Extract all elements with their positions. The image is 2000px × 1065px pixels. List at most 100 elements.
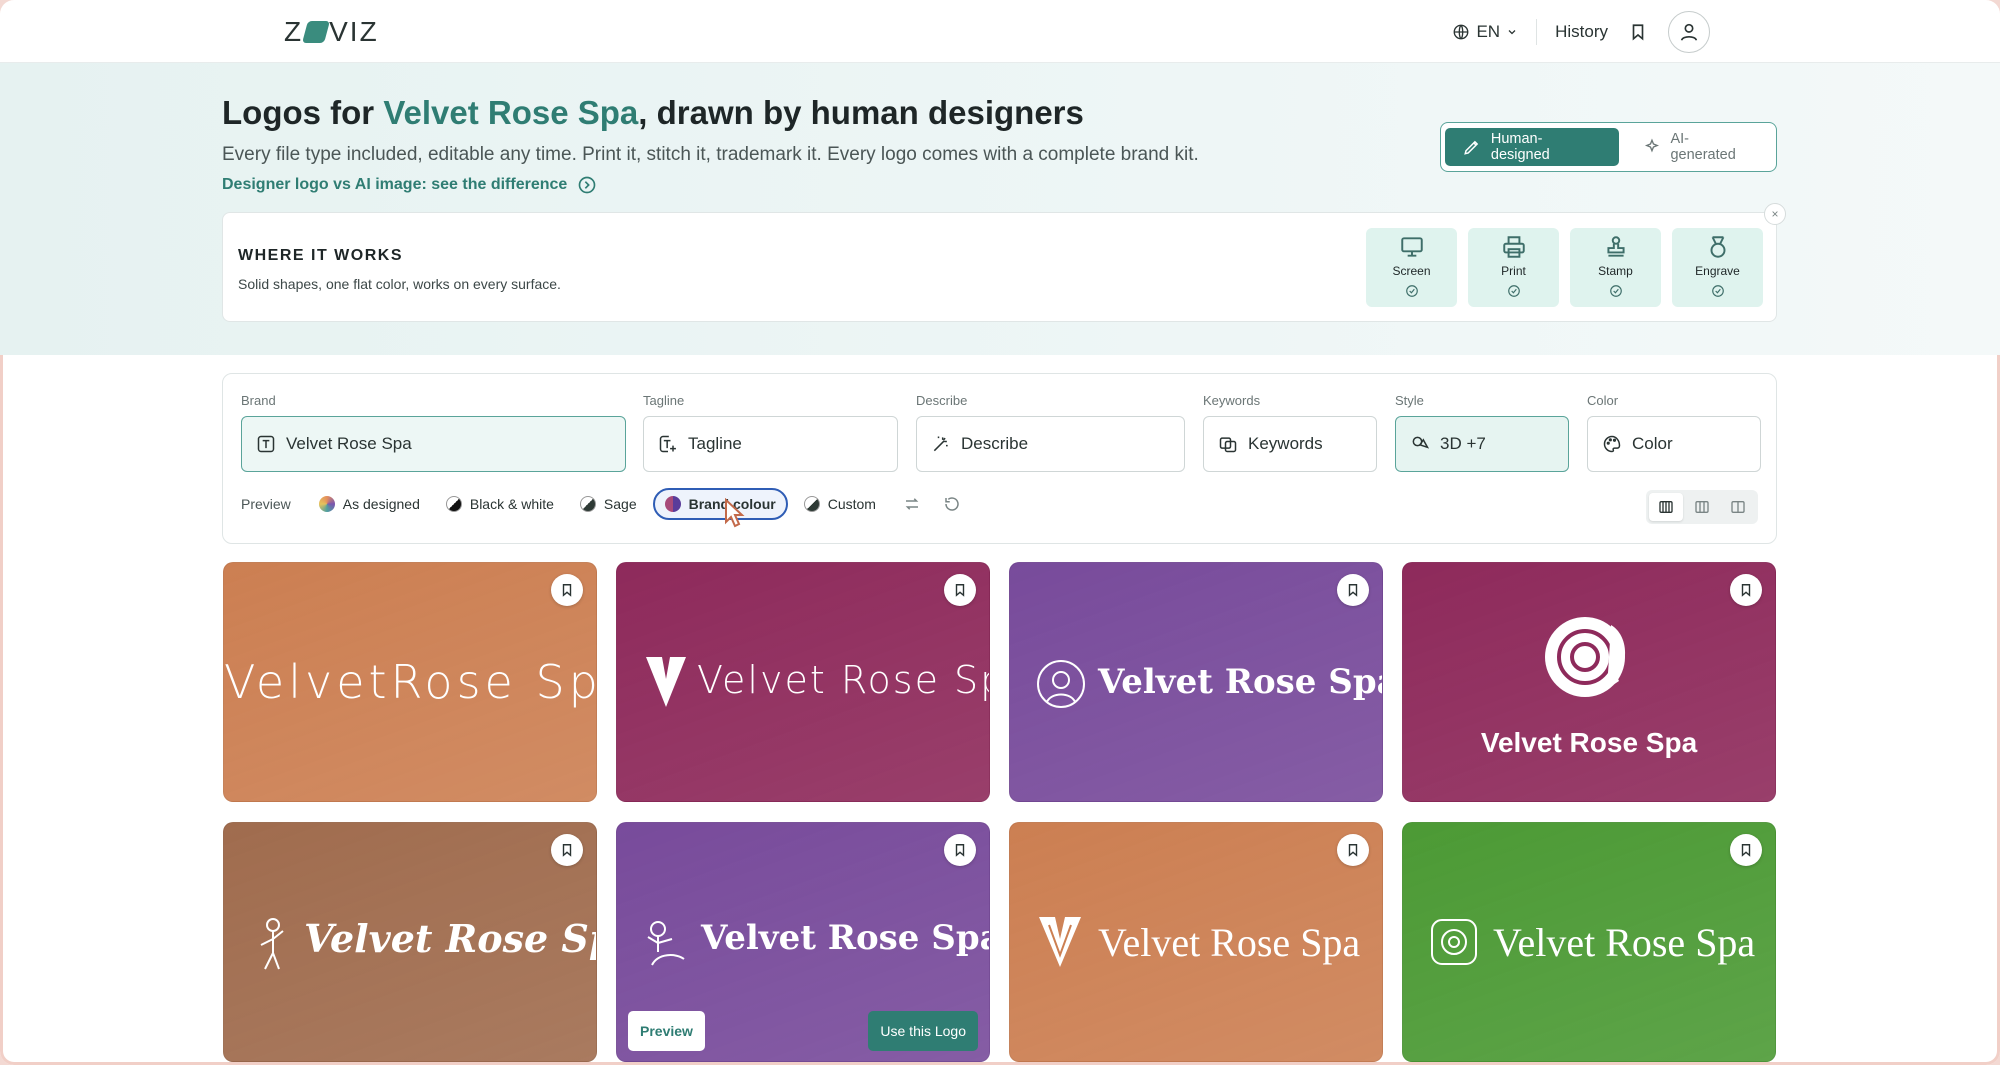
preview-sage[interactable]: Sage — [570, 488, 647, 520]
human-designed-tab[interactable]: Human-designed — [1445, 128, 1619, 166]
color-input[interactable]: Color — [1587, 416, 1761, 472]
preview-black-white[interactable]: Black & white — [436, 488, 564, 520]
layout-2-columns-button[interactable] — [1721, 493, 1755, 521]
magic-wand-icon — [933, 436, 948, 452]
tagline-input[interactable]: Tagline — [643, 416, 898, 472]
describe-label: Describe — [916, 393, 968, 408]
logo-wordmark: Velvet Rose Spa — [697, 658, 989, 702]
title-prefix: Logos for — [222, 94, 384, 131]
text-icon — [257, 435, 275, 453]
logo-wordmark: Velvet Rose Spa — [1493, 920, 1756, 965]
text-plus-icon — [659, 435, 676, 453]
preview-option-label: Custom — [827, 496, 876, 512]
reset-preview-button[interactable] — [938, 490, 966, 518]
brand-colour-dot-icon — [664, 496, 681, 512]
use-this-logo-button[interactable]: Use this Logo — [868, 1011, 978, 1051]
ai-generated-tab[interactable]: AI-generated — [1625, 128, 1772, 166]
where-it-works-description: Solid shapes, one flat color, works on e… — [238, 276, 561, 292]
save-logo-button[interactable] — [551, 834, 583, 866]
logo-card[interactable]: Velvet Rose Spa Preview Use this Logo — [616, 822, 990, 1062]
layout-3-columns-button[interactable] — [1685, 493, 1719, 521]
keywords-input[interactable]: Keywords — [1203, 416, 1377, 472]
surface-stamp: Stamp — [1570, 228, 1661, 307]
logo-card[interactable]: VelvetRose Spa — [223, 562, 597, 802]
save-logo-button[interactable] — [1337, 834, 1369, 866]
logo-card[interactable]: Velvet Rose Spa — [1009, 562, 1383, 802]
language-label: EN — [1476, 22, 1501, 41]
logo-card[interactable]: Velvet Rose Spa — [616, 562, 990, 802]
half-circle-icon — [579, 496, 596, 512]
user-icon — [1680, 23, 1698, 41]
keywords-placeholder: Keywords — [1248, 434, 1323, 453]
save-logo-button[interactable] — [944, 574, 976, 606]
logo-card[interactable]: Velvet Rose Spa — [1402, 822, 1776, 1062]
logo-mark-icon — [302, 21, 331, 43]
preview-as-designed[interactable]: As designed — [309, 488, 430, 520]
design-type-toggle: Human-designed AI-generated — [1440, 122, 1777, 172]
half-circle-icon — [445, 496, 462, 512]
half-circle-icon — [803, 496, 820, 512]
ai-generated-label: AI-generated — [1670, 131, 1736, 163]
preview-logo-label: Preview — [640, 1023, 693, 1039]
layout-4-columns-button[interactable] — [1649, 493, 1683, 521]
floral-hand-icon — [647, 921, 685, 966]
color-placeholder: Color — [1632, 434, 1673, 453]
logo-card[interactable]: Velvet Rose Spa — [223, 822, 597, 1062]
swap-colors-button[interactable] — [898, 490, 926, 518]
preview-logo-button[interactable]: Preview — [628, 1011, 705, 1051]
keywords-label: Keywords — [1203, 393, 1261, 408]
preview-option-label: Black & white — [469, 496, 554, 512]
style-input[interactable]: 3D +7 — [1395, 416, 1569, 472]
save-logo-button[interactable] — [1730, 574, 1762, 606]
grid-layout-toggle — [1646, 490, 1758, 524]
language-selector[interactable]: EN — [1452, 22, 1518, 42]
bookmark-icon — [1741, 844, 1751, 857]
brand-input[interactable]: Velvet Rose Spa — [241, 416, 626, 472]
surface-label: Print — [1501, 264, 1526, 278]
pen-nib-icon — [1464, 140, 1479, 155]
title-suffix: , drawn by human designers — [638, 94, 1084, 131]
bookmark-icon — [955, 584, 965, 597]
columns-4-icon — [1659, 501, 1673, 513]
tags-icon — [1219, 437, 1237, 453]
logo-wordmark: Velvet Rose Spa — [1098, 662, 1383, 702]
logo-text-left: Z — [284, 16, 304, 47]
zoviz-logo[interactable]: Z VIZ — [284, 16, 379, 47]
preview-option-label: As designed — [342, 496, 420, 512]
monitor-icon — [1400, 237, 1423, 257]
logo-card[interactable]: Velvet Rose Spa — [1402, 562, 1776, 802]
user-account-button[interactable] — [1668, 11, 1710, 53]
bookmark-icon — [562, 584, 572, 597]
tagline-label: Tagline — [643, 393, 685, 408]
bookmarks-button[interactable] — [1626, 20, 1650, 44]
surface-engrave: Engrave — [1672, 228, 1763, 307]
save-logo-button[interactable] — [1730, 834, 1762, 866]
describe-placeholder: Describe — [961, 434, 1029, 453]
tagline-field: Tagline Tagline — [643, 393, 898, 472]
ornate-rose-crest-icon — [1431, 919, 1477, 965]
check-circle-icon — [1609, 285, 1622, 297]
app-window: Z VIZ EN History Logos for Velvet Rose S… — [0, 0, 2000, 1065]
bookmark-icon — [562, 844, 572, 857]
where-it-works-panel: WHERE IT WORKS Solid shapes, one flat co… — [222, 203, 1786, 322]
designer-vs-ai-link[interactable]: Designer logo vs AI image: see the diffe… — [222, 175, 597, 195]
logo-card[interactable]: Velvet Rose Spa — [1009, 822, 1383, 1062]
describe-field: Describe Describe — [916, 393, 1185, 472]
history-link[interactable]: History — [1555, 22, 1608, 42]
logo-wordmark: Velvet Rose Spa — [304, 916, 596, 961]
printer-icon — [1502, 236, 1525, 258]
where-it-works-title: WHERE IT WORKS — [238, 247, 403, 264]
brand-label: Brand — [241, 393, 276, 408]
save-logo-button[interactable] — [944, 834, 976, 866]
human-designed-label: Human-designed — [1490, 131, 1550, 163]
logo-wordmark: Velvet Rose Spa — [1480, 727, 1698, 758]
preview-custom[interactable]: Custom — [794, 488, 886, 520]
logo-wordmark: Velvet Rose Spa — [1098, 920, 1361, 965]
title-brand: Velvet Rose Spa — [383, 94, 639, 131]
rainbow-dot-icon — [318, 496, 335, 512]
save-logo-button[interactable] — [551, 574, 583, 606]
save-logo-button[interactable] — [1337, 574, 1369, 606]
close-where-it-works-button[interactable]: × — [1764, 203, 1786, 225]
describe-input[interactable]: Describe — [916, 416, 1185, 472]
bookmark-icon — [1348, 584, 1358, 597]
